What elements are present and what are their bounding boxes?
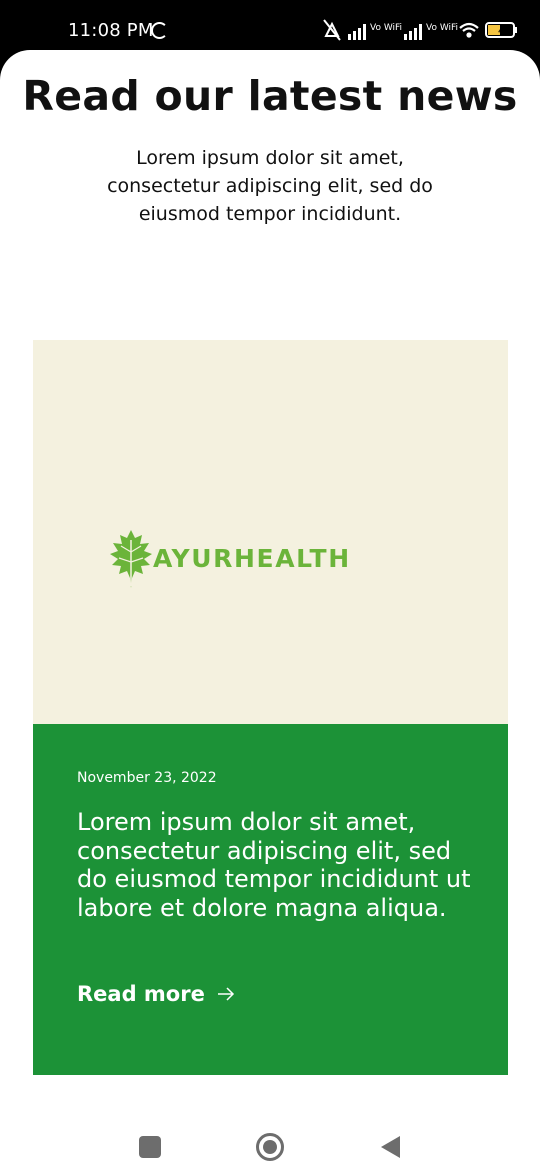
news-card[interactable]: AYURHEALTH November 23, 2022 Lorem ipsum… xyxy=(33,340,508,1075)
card-headline[interactable]: Lorem ipsum dolor sit amet, consectetur … xyxy=(77,808,477,922)
recent-apps-icon[interactable] xyxy=(139,1136,161,1158)
sync-icon xyxy=(151,22,168,39)
network-label-1: Vo WiFi xyxy=(370,23,402,33)
read-more-link[interactable]: Read more xyxy=(77,982,235,1006)
wifi-icon xyxy=(459,22,479,38)
mute-icon xyxy=(323,19,341,41)
battery-icon: 46 xyxy=(485,22,517,38)
back-icon[interactable] xyxy=(380,1135,402,1159)
home-icon[interactable] xyxy=(256,1133,284,1161)
network-label-2: Vo WiFi xyxy=(426,23,458,33)
page-title: Read our latest news xyxy=(22,72,518,120)
page-subtitle: Lorem ipsum dolor sit amet, consectetur … xyxy=(107,147,433,225)
status-icons: Vo WiFi Vo WiFi 46 xyxy=(323,19,517,41)
card-date: November 23, 2022 xyxy=(77,770,217,786)
arrow-right-icon xyxy=(217,987,234,1001)
signal-icon xyxy=(348,24,366,40)
card-image[interactable]: AYURHEALTH xyxy=(33,340,508,724)
leaf-icon xyxy=(110,530,152,588)
status-time: 11:08 PM xyxy=(68,20,154,41)
navigation-bar xyxy=(0,1120,540,1170)
logo-text: AYURHEALTH xyxy=(153,544,351,573)
read-more-label: Read more xyxy=(77,982,205,1006)
signal-icon-2 xyxy=(404,24,422,40)
news-screen: Read our latest news Lorem ipsum dolor s… xyxy=(0,50,540,1170)
card-body: November 23, 2022 Lorem ipsum dolor sit … xyxy=(33,724,508,1075)
battery-level: 46 xyxy=(498,26,511,37)
brand-logo: AYURHEALTH xyxy=(108,528,398,590)
